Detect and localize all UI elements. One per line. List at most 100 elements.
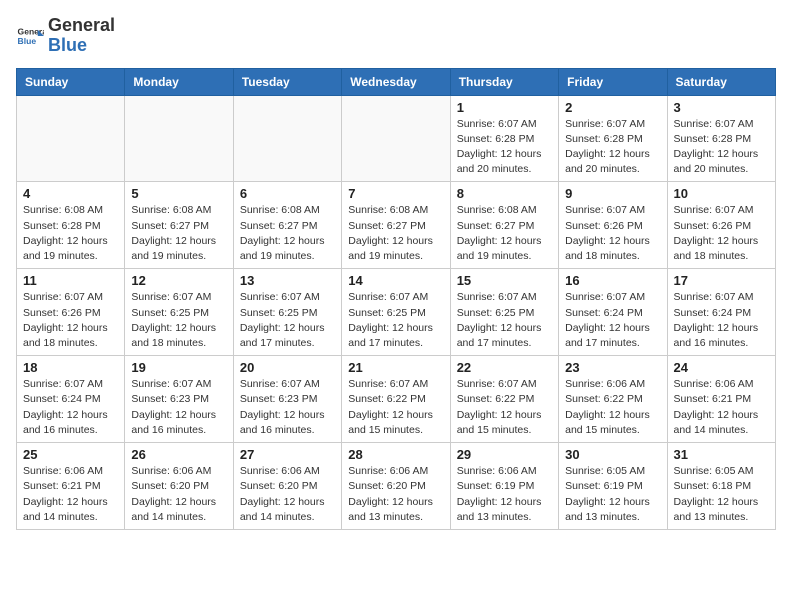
calendar-cell: 3 Sunrise: 6:07 AM Sunset: 6:28 PM Daylig…: [667, 95, 775, 182]
day-info: Sunrise: 6:05 AM Sunset: 6:18 PM Dayligh…: [674, 464, 769, 525]
day-number: 24: [674, 360, 769, 375]
calendar-cell: 29 Sunrise: 6:06 AM Sunset: 6:19 PM Dayli…: [450, 443, 558, 530]
day-number: 22: [457, 360, 552, 375]
svg-text:Blue: Blue: [18, 36, 37, 46]
day-number: 27: [240, 447, 335, 462]
calendar-cell: 7 Sunrise: 6:08 AM Sunset: 6:27 PM Daylig…: [342, 182, 450, 269]
day-info: Sunrise: 6:07 AM Sunset: 6:22 PM Dayligh…: [348, 377, 443, 438]
day-number: 18: [23, 360, 118, 375]
calendar-table: SundayMondayTuesdayWednesdayThursdayFrid…: [16, 68, 776, 530]
day-info: Sunrise: 6:08 AM Sunset: 6:27 PM Dayligh…: [348, 203, 443, 264]
day-number: 8: [457, 186, 552, 201]
calendar-cell: 1 Sunrise: 6:07 AM Sunset: 6:28 PM Daylig…: [450, 95, 558, 182]
day-info: Sunrise: 6:06 AM Sunset: 6:20 PM Dayligh…: [131, 464, 226, 525]
calendar-cell: [125, 95, 233, 182]
day-info: Sunrise: 6:07 AM Sunset: 6:26 PM Dayligh…: [565, 203, 660, 264]
day-info: Sunrise: 6:07 AM Sunset: 6:28 PM Dayligh…: [457, 117, 552, 178]
day-info: Sunrise: 6:07 AM Sunset: 6:24 PM Dayligh…: [565, 290, 660, 351]
calendar-cell: 30 Sunrise: 6:05 AM Sunset: 6:19 PM Dayli…: [559, 443, 667, 530]
day-number: 29: [457, 447, 552, 462]
day-info: Sunrise: 6:05 AM Sunset: 6:19 PM Dayligh…: [565, 464, 660, 525]
day-number: 15: [457, 273, 552, 288]
day-number: 6: [240, 186, 335, 201]
day-number: 4: [23, 186, 118, 201]
week-row-3: 11 Sunrise: 6:07 AM Sunset: 6:26 PM Dayli…: [17, 269, 776, 356]
day-info: Sunrise: 6:07 AM Sunset: 6:25 PM Dayligh…: [348, 290, 443, 351]
logo-blue: Blue: [48, 35, 87, 55]
day-info: Sunrise: 6:07 AM Sunset: 6:25 PM Dayligh…: [131, 290, 226, 351]
week-row-4: 18Sunrise: 6:07 AM Sunset: 6:24 PM Dayli…: [17, 356, 776, 443]
calendar-cell: 9Sunrise: 6:07 AM Sunset: 6:26 PM Daylig…: [559, 182, 667, 269]
day-info: Sunrise: 6:08 AM Sunset: 6:27 PM Dayligh…: [457, 203, 552, 264]
day-number: 13: [240, 273, 335, 288]
weekday-sunday: Sunday: [17, 68, 125, 95]
calendar-cell: 22 Sunrise: 6:07 AM Sunset: 6:22 PM Dayli…: [450, 356, 558, 443]
day-number: 17: [674, 273, 769, 288]
page-header: General Blue General Blue: [16, 16, 776, 56]
day-number: 26: [131, 447, 226, 462]
day-info: Sunrise: 6:07 AM Sunset: 6:24 PM Dayligh…: [674, 290, 769, 351]
day-info: Sunrise: 6:07 AM Sunset: 6:25 PM Dayligh…: [457, 290, 552, 351]
calendar-cell: 26 Sunrise: 6:06 AM Sunset: 6:20 PM Dayli…: [125, 443, 233, 530]
calendar-cell: [342, 95, 450, 182]
day-number: 19: [131, 360, 226, 375]
calendar-cell: 15 Sunrise: 6:07 AM Sunset: 6:25 PM Dayli…: [450, 269, 558, 356]
day-number: 23: [565, 360, 660, 375]
day-info: Sunrise: 6:07 AM Sunset: 6:22 PM Dayligh…: [457, 377, 552, 438]
calendar-cell: 21 Sunrise: 6:07 AM Sunset: 6:22 PM Dayli…: [342, 356, 450, 443]
day-info: Sunrise: 6:06 AM Sunset: 6:22 PM Dayligh…: [565, 377, 660, 438]
weekday-header-row: SundayMondayTuesdayWednesdayThursdayFrid…: [17, 68, 776, 95]
weekday-friday: Friday: [559, 68, 667, 95]
weekday-tuesday: Tuesday: [233, 68, 341, 95]
day-info: Sunrise: 6:06 AM Sunset: 6:20 PM Dayligh…: [348, 464, 443, 525]
calendar-cell: 10Sunrise: 6:07 AM Sunset: 6:26 PM Dayli…: [667, 182, 775, 269]
calendar-cell: 6 Sunrise: 6:08 AM Sunset: 6:27 PM Daylig…: [233, 182, 341, 269]
calendar-cell: 25Sunrise: 6:06 AM Sunset: 6:21 PM Dayli…: [17, 443, 125, 530]
day-info: Sunrise: 6:06 AM Sunset: 6:19 PM Dayligh…: [457, 464, 552, 525]
day-info: Sunrise: 6:06 AM Sunset: 6:20 PM Dayligh…: [240, 464, 335, 525]
calendar-cell: 28Sunrise: 6:06 AM Sunset: 6:20 PM Dayli…: [342, 443, 450, 530]
day-info: Sunrise: 6:07 AM Sunset: 6:23 PM Dayligh…: [240, 377, 335, 438]
calendar-cell: 17 Sunrise: 6:07 AM Sunset: 6:24 PM Dayli…: [667, 269, 775, 356]
day-number: 10: [674, 186, 769, 201]
day-info: Sunrise: 6:08 AM Sunset: 6:27 PM Dayligh…: [240, 203, 335, 264]
day-info: Sunrise: 6:07 AM Sunset: 6:28 PM Dayligh…: [565, 117, 660, 178]
calendar-cell: 31Sunrise: 6:05 AM Sunset: 6:18 PM Dayli…: [667, 443, 775, 530]
day-number: 25: [23, 447, 118, 462]
calendar-cell: [233, 95, 341, 182]
weekday-monday: Monday: [125, 68, 233, 95]
calendar-cell: 5 Sunrise: 6:08 AM Sunset: 6:27 PM Daylig…: [125, 182, 233, 269]
day-number: 14: [348, 273, 443, 288]
logo-general: General: [48, 15, 115, 35]
day-number: 5: [131, 186, 226, 201]
calendar-cell: 2 Sunrise: 6:07 AM Sunset: 6:28 PM Daylig…: [559, 95, 667, 182]
day-info: Sunrise: 6:07 AM Sunset: 6:28 PM Dayligh…: [674, 117, 769, 178]
day-number: 2: [565, 100, 660, 115]
day-number: 16: [565, 273, 660, 288]
day-number: 21: [348, 360, 443, 375]
day-number: 1: [457, 100, 552, 115]
week-row-1: 1 Sunrise: 6:07 AM Sunset: 6:28 PM Daylig…: [17, 95, 776, 182]
calendar-cell: 18Sunrise: 6:07 AM Sunset: 6:24 PM Dayli…: [17, 356, 125, 443]
calendar-cell: [17, 95, 125, 182]
day-number: 3: [674, 100, 769, 115]
weekday-wednesday: Wednesday: [342, 68, 450, 95]
calendar-cell: 8 Sunrise: 6:08 AM Sunset: 6:27 PM Daylig…: [450, 182, 558, 269]
logo: General Blue General Blue: [16, 16, 115, 56]
weekday-thursday: Thursday: [450, 68, 558, 95]
day-info: Sunrise: 6:07 AM Sunset: 6:25 PM Dayligh…: [240, 290, 335, 351]
calendar-cell: 27 Sunrise: 6:06 AM Sunset: 6:20 PM Dayli…: [233, 443, 341, 530]
day-number: 7: [348, 186, 443, 201]
day-number: 30: [565, 447, 660, 462]
day-number: 12: [131, 273, 226, 288]
weekday-saturday: Saturday: [667, 68, 775, 95]
week-row-5: 25Sunrise: 6:06 AM Sunset: 6:21 PM Dayli…: [17, 443, 776, 530]
day-info: Sunrise: 6:08 AM Sunset: 6:27 PM Dayligh…: [131, 203, 226, 264]
calendar-cell: 20Sunrise: 6:07 AM Sunset: 6:23 PM Dayli…: [233, 356, 341, 443]
calendar-cell: 14 Sunrise: 6:07 AM Sunset: 6:25 PM Dayli…: [342, 269, 450, 356]
day-number: 11: [23, 273, 118, 288]
day-info: Sunrise: 6:07 AM Sunset: 6:26 PM Dayligh…: [23, 290, 118, 351]
calendar-cell: 16 Sunrise: 6:07 AM Sunset: 6:24 PM Dayli…: [559, 269, 667, 356]
calendar-cell: 23 Sunrise: 6:06 AM Sunset: 6:22 PM Dayli…: [559, 356, 667, 443]
day-info: Sunrise: 6:06 AM Sunset: 6:21 PM Dayligh…: [674, 377, 769, 438]
